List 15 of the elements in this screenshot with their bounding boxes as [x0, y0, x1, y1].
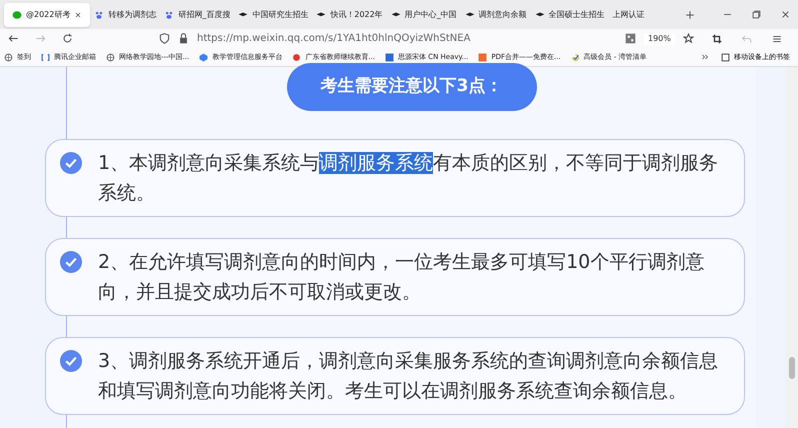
browser-tab[interactable]: 全国硕士生招生: [530, 2, 609, 26]
heading-banner: 考生需要注意以下3点：: [286, 63, 536, 111]
browser-tab[interactable]: 转移为调剂志: [90, 2, 160, 26]
browser-tab[interactable]: 快讯！2022年: [312, 2, 387, 26]
browser-tab[interactable]: @2022研考: [4, 2, 90, 26]
browser-tab[interactable]: 研招网_百度搜: [160, 2, 234, 26]
note-text: 3、调剂服务系统开通后，调剂意向采集服务系统的查询调剂意向余额信息和填写调剂意向功能将关闭。考生可以在调剂服务系统查询余额信息。: [98, 349, 720, 404]
browser-tab[interactable]: 中国研究生招生: [234, 2, 312, 26]
address-field[interactable]: https://mp.weixin.qq.com/s/1YA1ht0hlnQOyizWhStNEA: [197, 31, 617, 46]
browser-tab[interactable]: 用户中心_中国: [386, 2, 461, 26]
zoom-level[interactable]: 190%: [644, 32, 675, 44]
browser-tab[interactable]: 上网认证: [608, 2, 673, 26]
note-text: 2、在允许填写调剂意向的时间内，一位考生最多可填写10个平行调剂意向，并且提交成功后不可取消或更改。: [98, 250, 706, 305]
note-text: 1、本调剂意向采集系统与调剂服务系统有本质的区别，不等同于调剂服务系统。: [98, 151, 720, 206]
browser-tab[interactable]: 调剂意向余额: [460, 2, 531, 26]
